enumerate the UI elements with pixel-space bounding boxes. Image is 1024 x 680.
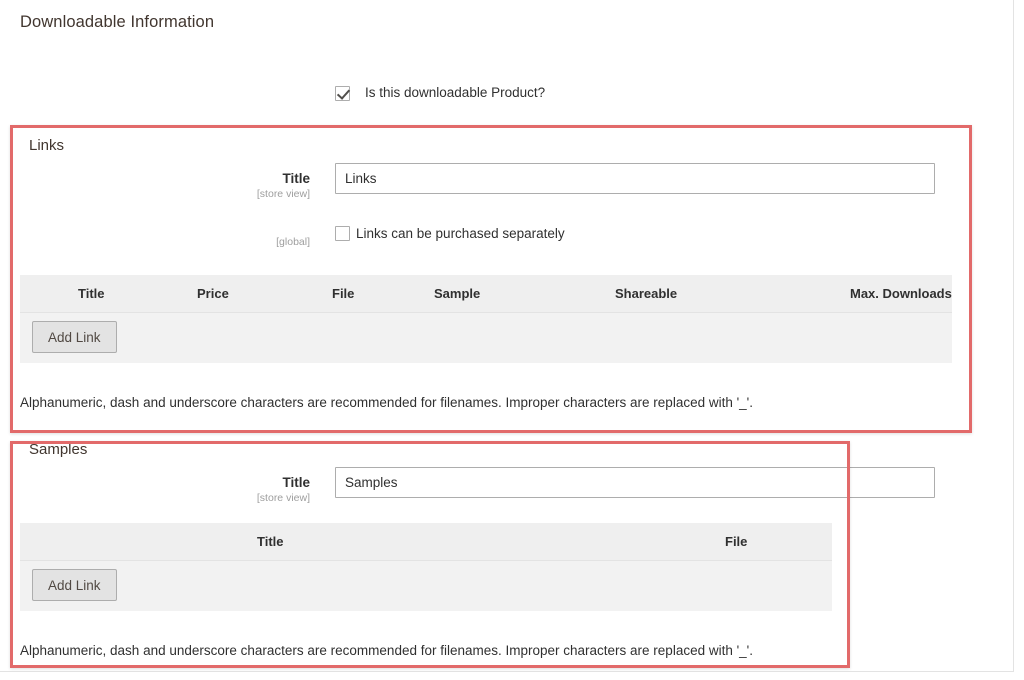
links-grid-footer: Add Link [20,313,952,363]
page-title: Downloadable Information [20,13,214,32]
links-title-input[interactable] [335,163,935,194]
links-col-title: Title [78,286,105,301]
links-title-scope: [store view] [40,188,310,200]
samples-col-file: File [725,534,747,549]
links-grid: Title Price File Sample Shareable Max. D… [20,275,952,363]
samples-add-link-button[interactable]: Add Link [32,569,117,601]
samples-grid: Title File Add Link [20,523,832,611]
links-heading: Links [29,137,64,154]
links-purchase-scope: [global] [40,236,310,248]
downloadable-information-panel: Downloadable Information Is this downloa… [0,0,1014,672]
samples-grid-footer: Add Link [20,561,832,611]
samples-grid-header: Title File [20,523,832,561]
is-downloadable-checkbox[interactable] [335,86,350,101]
links-grid-header: Title Price File Sample Shareable Max. D… [20,275,952,313]
links-col-price: Price [197,286,229,301]
samples-title-input[interactable] [335,467,935,498]
links-purchased-separately-checkbox[interactable] [335,226,350,241]
links-col-file: File [332,286,354,301]
downloadable-toggle-row: Is this downloadable Product? [0,83,1013,105]
links-filename-note: Alphanumeric, dash and underscore charac… [20,395,753,410]
samples-title-label: Title [40,475,310,490]
links-add-link-button[interactable]: Add Link [32,321,117,353]
is-downloadable-label: Is this downloadable Product? [365,85,545,100]
links-col-shareable: Shareable [615,286,677,301]
links-title-label: Title [40,171,310,186]
samples-filename-note: Alphanumeric, dash and underscore charac… [20,643,753,658]
links-col-max-downloads: Max. Downloads [850,286,952,301]
links-purchased-separately-label: Links can be purchased separately [356,226,565,241]
links-col-sample: Sample [434,286,480,301]
samples-title-scope: [store view] [40,492,310,504]
samples-col-title: Title [257,534,284,549]
samples-heading: Samples [29,441,87,458]
